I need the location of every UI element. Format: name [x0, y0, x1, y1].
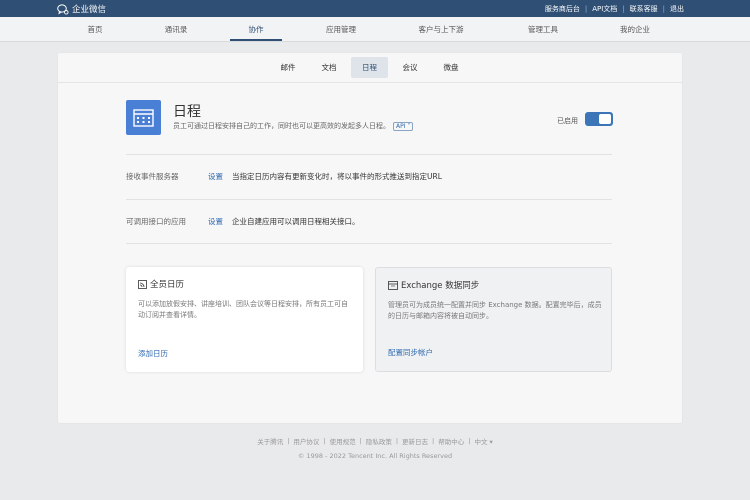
divider: | [323, 437, 326, 445]
enable-toggle[interactable] [585, 112, 613, 126]
main-nav: 首页 通讯录 协作 应用管理 客户与上下游 管理工具 我的企业 [0, 17, 750, 42]
nav-item-home[interactable]: 首页 [88, 17, 103, 42]
tab-documents[interactable]: 文档 [313, 57, 345, 78]
top-link-api-docs[interactable]: API文档 [592, 4, 617, 14]
chevron-down-icon: ˅ [405, 122, 411, 130]
footer-links: 关于腾讯 | 用户协议 | 使用规范 | 隐私政策 | 更新日志 | 帮助中心 | 中文 ▾ [0, 436, 750, 446]
nav-item-management-tools[interactable]: 管理工具 [528, 17, 558, 42]
nav-item-contacts[interactable]: 通讯录 [165, 17, 188, 42]
divider: | [287, 437, 290, 445]
tab-meeting[interactable]: 会议 [394, 57, 426, 78]
divider: | [432, 437, 435, 445]
top-links: 服务商后台 | API文档 | 联系客服 | 退出 [545, 4, 684, 14]
nav-item-app-management[interactable]: 应用管理 [326, 17, 356, 42]
event-server-description: 当指定日历内容有更新变化时，将以事件的形式推送到指定URL [232, 172, 442, 181]
card-description: 管理员可为成员统一配置并同步 Exchange 数据。配置完毕后，成员的日历与邮… [388, 301, 602, 320]
footer-link-help[interactable]: 帮助中心 [438, 436, 464, 446]
footer-link-privacy[interactable]: 隐私政策 [366, 436, 392, 446]
card-title: 全员日历 [138, 278, 184, 290]
language-selector[interactable]: 中文 ▾ [474, 436, 492, 446]
divider: | [359, 437, 362, 445]
card-title-text: 全员日历 [150, 280, 185, 290]
content-card: 邮件 文档 日程 会议 微盘 日程 员工可通过日程安排自己的工作，同时也可以更高… [58, 53, 682, 423]
footer-link-user-agreement[interactable]: 用户协议 [293, 436, 319, 446]
logo-text: 企业微信 [72, 5, 107, 15]
wecom-logo-icon [57, 3, 69, 15]
logo[interactable]: 企业微信 [57, 3, 106, 15]
event-server-settings-link[interactable]: 设置 [208, 171, 223, 182]
exchange-icon [388, 280, 398, 290]
api-apps-label: 可调用接口的应用 [126, 217, 186, 226]
top-link-provider[interactable]: 服务商后台 [545, 4, 580, 14]
event-server-label: 接收事件服务器 [126, 172, 179, 181]
top-bar: 企业微信 服务商后台 | API文档 | 联系客服 | 退出 [0, 0, 750, 17]
nav-active-indicator [230, 39, 282, 41]
divider [126, 199, 612, 200]
divider: | [662, 5, 665, 13]
divider [126, 243, 612, 244]
status-label: 已启用 [557, 117, 578, 125]
top-link-support[interactable]: 联系客服 [630, 4, 658, 14]
api-apps-description: 企业自建应用可以调用日程相关接口。 [232, 217, 360, 226]
footer-link-about[interactable]: 关于腾讯 [257, 436, 283, 446]
subtabs: 邮件 文档 日程 会议 微盘 [58, 53, 682, 83]
rss-calendar-icon [138, 279, 147, 289]
toggle-knob [599, 114, 611, 124]
api-badge-label: API [396, 122, 406, 130]
configure-sync-account-link[interactable]: 配置同步帐户 [388, 347, 433, 358]
all-staff-calendar-card: 全员日历 可以添加放假安排、讲座培训、团队会议等日程安排，所有员工可自动订阅并查… [126, 267, 363, 372]
nav-item-customers[interactable]: 客户与上下游 [419, 17, 464, 42]
copyright: © 1998 - 2022 Tencent Inc. All Rights Re… [297, 452, 453, 460]
app-description: 员工可通过日程安排自己的工作，同时也可以更高效的发起多人日程。 API ˅ [173, 121, 414, 131]
top-link-logout[interactable]: 退出 [670, 4, 684, 14]
api-badge[interactable]: API ˅ [393, 121, 414, 131]
nav-item-my-enterprise[interactable]: 我的企业 [620, 17, 650, 42]
add-calendar-link[interactable]: 添加日历 [138, 348, 168, 359]
divider: | [468, 437, 471, 445]
card-title-text: Exchange 数据同步 [401, 281, 480, 291]
schedule-app-icon [126, 100, 161, 135]
tab-schedule[interactable]: 日程 [351, 57, 388, 78]
footer: 关于腾讯 | 用户协议 | 使用规范 | 隐私政策 | 更新日志 | 帮助中心 | 中文 ▾… [0, 436, 750, 460]
app-description-text: 员工可通过日程安排自己的工作，同时也可以更高效的发起多人日程。 [173, 122, 390, 130]
card-title: Exchange 数据同步 [388, 279, 479, 291]
divider: | [584, 5, 588, 13]
exchange-sync-card: Exchange 数据同步 管理员可为成员统一配置并同步 Exchange 数据… [375, 267, 612, 372]
divider [126, 154, 612, 155]
footer-link-usage-rules[interactable]: 使用规范 [330, 436, 356, 446]
footer-link-changelog[interactable]: 更新日志 [402, 436, 428, 446]
divider: | [395, 437, 399, 445]
tab-drive[interactable]: 微盘 [435, 57, 467, 78]
tab-mail[interactable]: 邮件 [272, 57, 304, 78]
calendar-icon [133, 109, 154, 127]
divider: | [622, 5, 625, 13]
page-title: 日程 [173, 104, 201, 120]
api-apps-settings-link[interactable]: 设置 [208, 216, 223, 227]
card-description: 可以添加放假安排、讲座培训、团队会议等日程安排，所有员工可自动订阅并查看详情。 [138, 300, 348, 319]
